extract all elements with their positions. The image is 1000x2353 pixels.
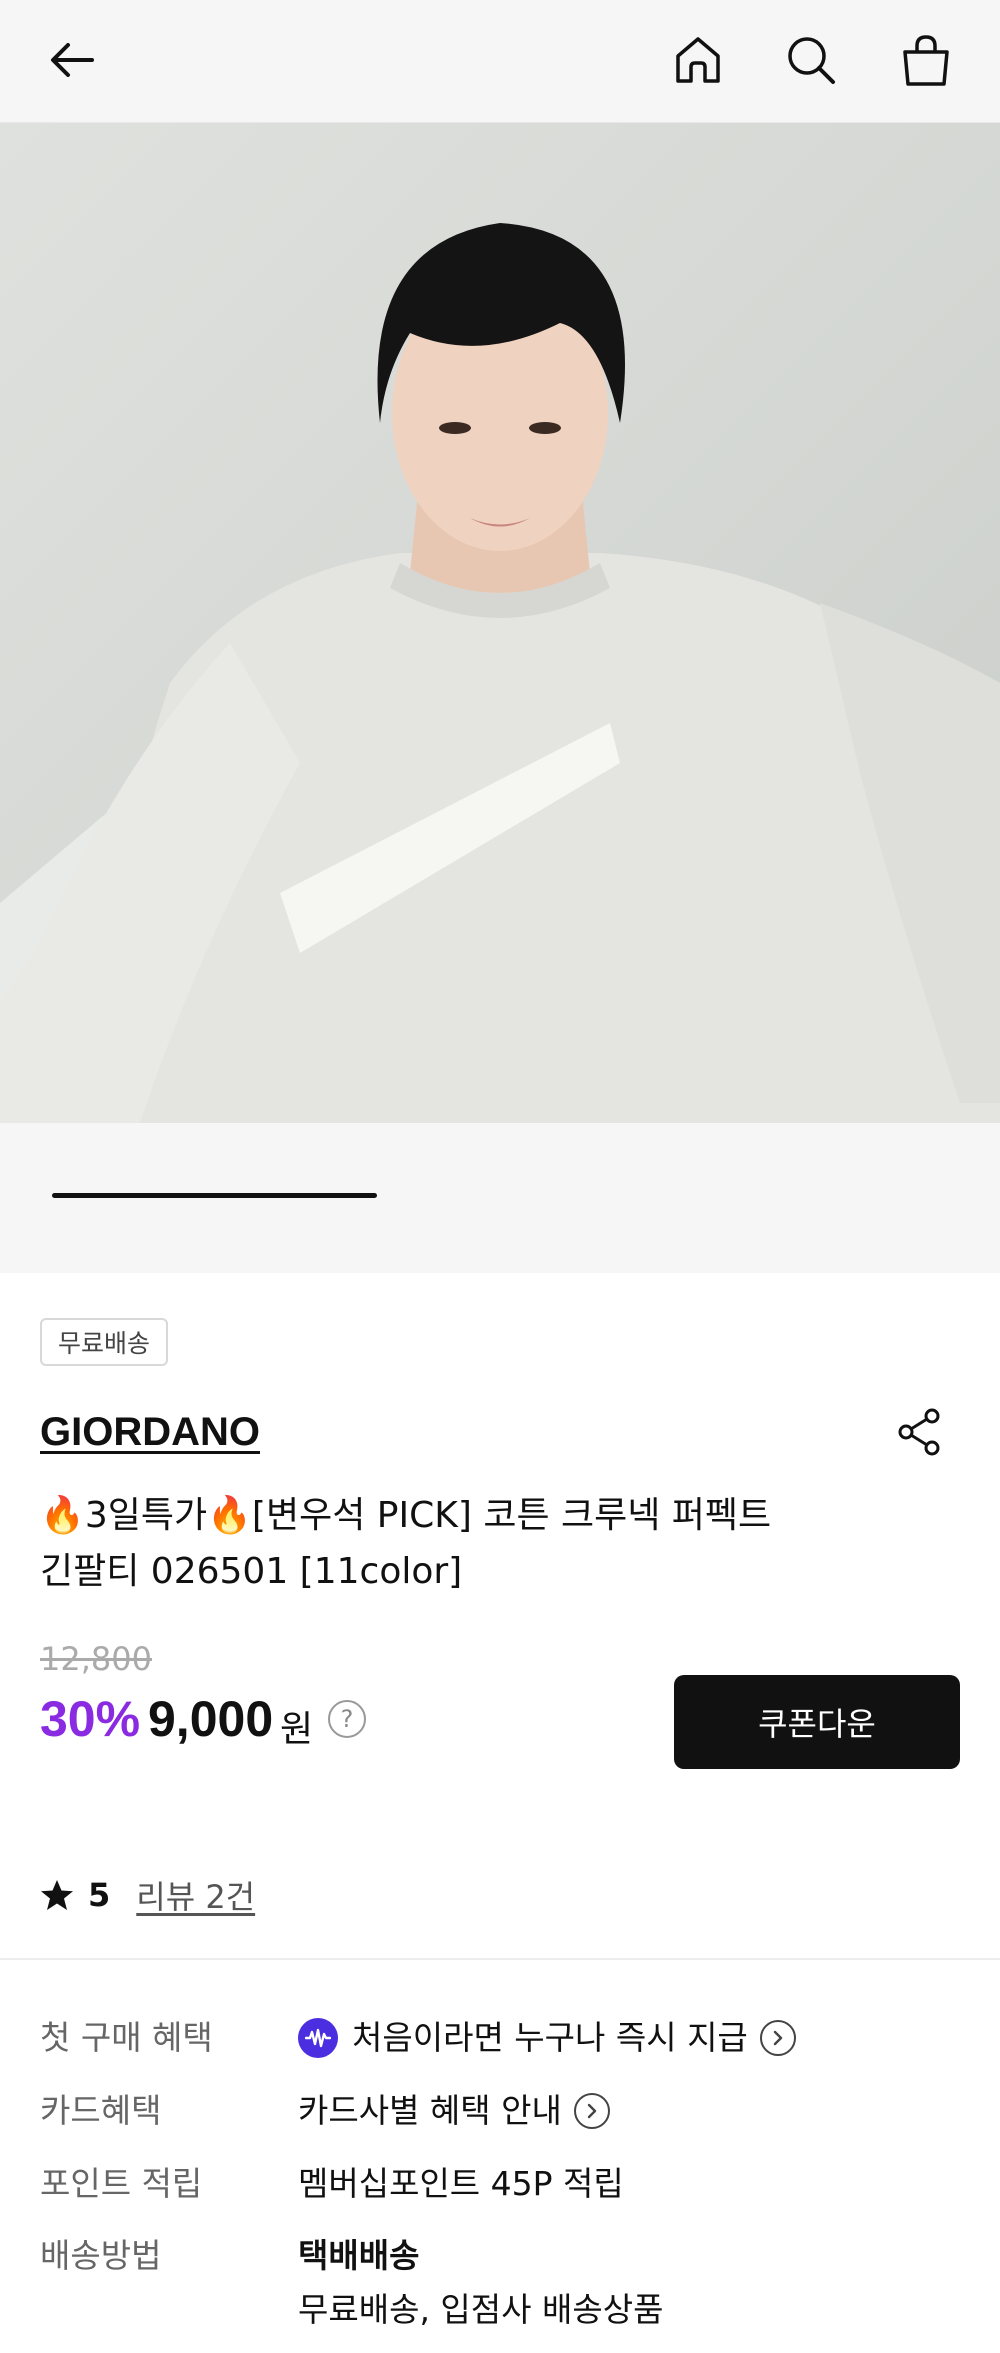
first-purchase-value[interactable]: 처음이라면 누구나 즉시 지급	[298, 2008, 796, 2068]
shipping-row: 배송방법 택배배송 무료배송, 입점사 배송상품	[40, 2226, 960, 2346]
cart-button[interactable]	[884, 18, 968, 102]
card-benefit-row: 카드혜택 카드사별 혜택 안내	[40, 2081, 960, 2141]
wave-icon	[298, 2018, 338, 2058]
first-purchase-row: 첫 구매 혜택 처음이라면 누구나 즉시 지급	[40, 2008, 960, 2068]
search-button[interactable]	[769, 18, 853, 102]
chevron-right-icon[interactable]	[573, 2093, 610, 2129]
model-photo	[0, 223, 1000, 1123]
image-pager	[0, 1123, 1000, 1273]
price-help-icon[interactable]: ?	[328, 1700, 366, 1738]
arrow-left-icon	[51, 43, 94, 77]
search-icon	[788, 37, 835, 84]
pager-indicator	[52, 1193, 377, 1198]
rating-summary: 5 리뷰 2건	[40, 1870, 255, 1920]
card-benefit-label: 카드혜택	[40, 2091, 162, 2130]
share-button[interactable]	[888, 1400, 952, 1464]
shipping-sub: 무료배송, 입점사 배송상품	[298, 2290, 664, 2329]
back-button[interactable]	[30, 18, 114, 102]
section-divider	[0, 1958, 1000, 1960]
point-row: 포인트 적립 멤버십포인트 45P 적립	[40, 2154, 960, 2214]
top-bar	[0, 0, 1000, 123]
rating-value: 5	[88, 1876, 111, 1914]
product-image[interactable]	[0, 123, 1000, 1123]
currency-unit: 원	[280, 1709, 314, 1750]
sale-price: 9,000	[148, 1691, 274, 1747]
card-benefit-text: 카드사별 혜택 안내	[298, 2091, 562, 2130]
product-title: 🔥3일특가🔥[변우석 PICK] 코튼 크루넥 퍼펙트 긴팔티 026501 […	[40, 1495, 772, 1592]
first-purchase-label: 첫 구매 혜택	[40, 2018, 213, 2057]
share-icon	[898, 1408, 940, 1456]
shopping-bag-icon	[903, 35, 949, 86]
home-button[interactable]	[656, 18, 740, 102]
shipping-label: 배송방법	[40, 2236, 162, 2275]
review-link[interactable]: 리뷰 2건	[136, 1872, 255, 1918]
original-price: 12,800	[40, 1640, 152, 1678]
first-purchase-text: 처음이라면 누구나 즉시 지급	[352, 2018, 748, 2057]
discount-rate: 30%	[40, 1691, 141, 1747]
shipping-value: 택배배송	[298, 2236, 420, 2275]
home-icon	[676, 37, 720, 83]
brand-link[interactable]: GIORDANO	[40, 1410, 260, 1455]
star-icon	[41, 1880, 73, 1910]
point-value: 멤버십포인트 45P 적립	[298, 2164, 624, 2203]
free-shipping-badge: 무료배송	[40, 1318, 169, 1366]
point-label: 포인트 적립	[40, 2164, 203, 2203]
chevron-right-icon[interactable]	[759, 2020, 796, 2056]
coupon-download-button[interactable]: 쿠폰다운	[674, 1675, 960, 1769]
card-benefit-value[interactable]: 카드사별 혜택 안내	[298, 2081, 610, 2141]
